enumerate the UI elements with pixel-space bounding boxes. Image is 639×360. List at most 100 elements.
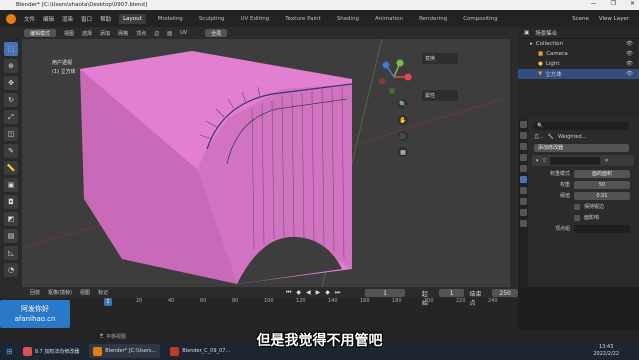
tick-label: 120: [296, 298, 306, 304]
select-icon[interactable]: ⬚: [4, 42, 18, 56]
knife-icon[interactable]: ◺: [4, 246, 18, 260]
scene-selector[interactable]: Scene: [572, 16, 589, 22]
cursor-icon[interactable]: ⊕: [4, 59, 18, 73]
menu-face[interactable]: 面: [167, 30, 172, 37]
eye-icon[interactable]: 👁: [626, 41, 633, 47]
spin-icon[interactable]: ◔: [4, 263, 18, 277]
menu-bar: 文件 编辑 渲染 窗口 帮助 Layout Modeling Sculpting…: [0, 10, 639, 27]
close-modifier-icon[interactable]: ✕: [604, 158, 608, 164]
viewport-nav-icons: 🔍 ✋ 🎥 ▦: [398, 99, 408, 157]
menu-uv[interactable]: UV: [180, 30, 187, 36]
face-influence-checkbox[interactable]: [574, 214, 580, 221]
panel-transform[interactable]: 变换: [422, 53, 458, 64]
outliner-row-camera[interactable]: ■ Camera 👁: [518, 49, 639, 59]
menu-edit[interactable]: 编辑: [43, 15, 54, 23]
extrude-icon[interactable]: ▣: [4, 178, 18, 192]
move-icon[interactable]: ✥: [4, 76, 18, 90]
tick-label: 60: [200, 298, 207, 304]
measure-icon[interactable]: 📏: [4, 161, 18, 175]
maximize-button[interactable]: ❐: [611, 0, 616, 7]
weight-mode-dropdown[interactable]: 面的面积: [574, 169, 630, 178]
modifier-name-field[interactable]: [550, 156, 601, 165]
object-tab-icon[interactable]: [519, 165, 527, 172]
scene-tab-icon[interactable]: [519, 154, 527, 161]
tab-rendering[interactable]: Rendering: [415, 14, 451, 24]
start-frame-field[interactable]: 1: [438, 289, 465, 297]
grid-icon[interactable]: ▦: [398, 147, 408, 157]
tab-compositing[interactable]: Compositing: [459, 14, 501, 24]
tab-texture-paint[interactable]: Texture Paint: [281, 14, 325, 24]
inset-icon[interactable]: ◘: [4, 195, 18, 209]
add-modifier-button[interactable]: 添加修改器: [534, 143, 629, 152]
blender-logo-icon[interactable]: [6, 13, 16, 24]
menu-edge[interactable]: 边: [154, 30, 159, 37]
3d-viewport[interactable]: 用户透视 (1) 立方体 🔍 ✋ 🎥 ▦ 变换 属性: [22, 39, 518, 287]
modifier-header[interactable]: ▾ ▽ ✕: [532, 155, 634, 166]
material-tab-icon[interactable]: [519, 220, 527, 227]
bevel-icon[interactable]: ◩: [4, 212, 18, 226]
camera-icon[interactable]: 🎥: [398, 131, 408, 141]
view-name: 用户透视: [52, 60, 73, 66]
panel-properties[interactable]: 属性: [422, 90, 458, 101]
annotate-icon[interactable]: ✎: [4, 144, 18, 158]
tab-animation[interactable]: Animation: [371, 14, 407, 24]
transform-orientation[interactable]: 全局: [205, 29, 228, 37]
outliner-row-cube[interactable]: ▼ 立方体 👁: [518, 69, 639, 79]
n-panel-tabs[interactable]: [510, 39, 518, 287]
tab-modeling[interactable]: Modeling: [154, 14, 187, 24]
camera-object-icon: ■: [538, 51, 544, 57]
render-tab-icon[interactable]: [519, 132, 527, 139]
view-layer-selector[interactable]: View Layer: [599, 16, 629, 22]
physics-tab-icon[interactable]: [519, 198, 527, 205]
current-frame-field[interactable]: 1: [365, 289, 405, 297]
tab-sculpting[interactable]: Sculpting: [195, 14, 229, 24]
navigation-gizmo[interactable]: [374, 57, 414, 97]
timeline-ruler[interactable]: 0 20 40 60 80 100 120 140 160 180 200 22…: [96, 298, 516, 306]
menu-mesh[interactable]: 网格: [118, 30, 128, 37]
menu-timeline-view[interactable]: 视图: [80, 289, 90, 296]
threshold-field[interactable]: 0.01: [574, 191, 630, 200]
hand-icon[interactable]: ✋: [398, 115, 408, 125]
keep-sharp-checkbox[interactable]: [574, 203, 580, 210]
weight-label: 权重: [559, 182, 570, 188]
zoom-icon[interactable]: 🔍: [398, 99, 408, 109]
tab-layout[interactable]: Layout: [119, 13, 146, 24]
menu-help[interactable]: 帮助: [100, 15, 111, 23]
collapse-chevron-icon[interactable]: ▾: [536, 158, 539, 164]
menu-playback[interactable]: 回放: [30, 289, 40, 296]
weight-field[interactable]: 50: [574, 180, 630, 189]
mode-selector[interactable]: 编辑模式: [24, 29, 57, 37]
properties-tabs: [518, 117, 528, 287]
tab-shading[interactable]: Shading: [333, 14, 363, 24]
loopcut-icon[interactable]: ▤: [4, 229, 18, 243]
output-tab-icon[interactable]: [519, 143, 527, 150]
menu-select[interactable]: 选择: [82, 30, 92, 37]
menu-marker[interactable]: 标记: [98, 289, 108, 296]
eye-icon[interactable]: 👁: [626, 61, 633, 67]
playhead[interactable]: 1: [104, 298, 112, 306]
minimize-button[interactable]: —: [591, 0, 597, 7]
transform-icon[interactable]: ◫: [4, 127, 18, 141]
vertex-group-field[interactable]: [574, 224, 630, 233]
eye-icon[interactable]: 👁: [626, 51, 633, 57]
rotate-icon[interactable]: ↻: [4, 93, 18, 107]
menu-keying[interactable]: 抠像(插帧): [48, 289, 72, 296]
scale-icon[interactable]: ⤢: [4, 110, 18, 124]
particles-tab-icon[interactable]: [519, 187, 527, 194]
menu-vertex[interactable]: 顶点: [136, 30, 146, 37]
properties-search[interactable]: 🔍: [534, 121, 629, 130]
outliner-row-light[interactable]: ● Light 👁: [518, 59, 639, 69]
menu-add[interactable]: 添加: [100, 30, 110, 37]
menu-render[interactable]: 渲染: [62, 15, 73, 23]
close-button[interactable]: ✕: [630, 0, 635, 7]
menu-window[interactable]: 窗口: [81, 15, 92, 23]
tab-uv-editing[interactable]: UV Editing: [237, 14, 274, 24]
data-tab-icon[interactable]: [519, 209, 527, 216]
tool-tab-icon[interactable]: [519, 121, 527, 128]
modifier-tab-icon[interactable]: [519, 176, 527, 183]
end-frame-field[interactable]: 250: [492, 289, 519, 297]
outliner-row-collection[interactable]: ▸ Collection 👁: [518, 39, 639, 49]
menu-file[interactable]: 文件: [24, 15, 35, 23]
menu-view[interactable]: 视图: [64, 30, 74, 37]
eye-icon[interactable]: 👁: [626, 71, 633, 77]
